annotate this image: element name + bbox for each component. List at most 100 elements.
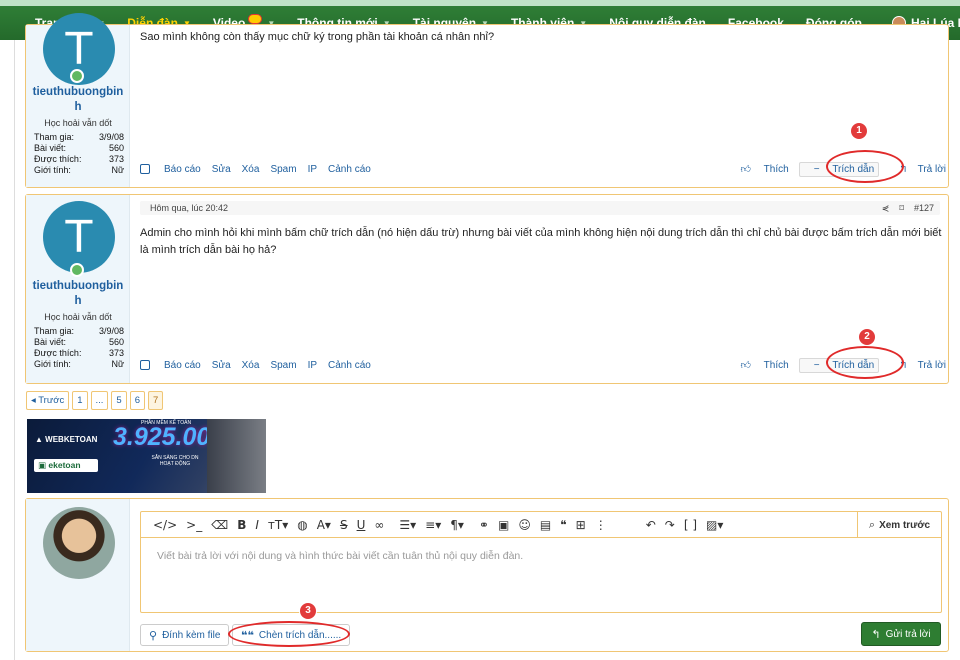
bbcode-icon[interactable]: [ ] (684, 518, 697, 532)
avatar-letter: T (65, 211, 93, 263)
list-icon[interactable]: ☰▾ (399, 518, 416, 532)
post-time[interactable]: Hôm qua, lúc 20:42 (150, 203, 228, 213)
undo-icon[interactable]: ↶ (646, 518, 656, 532)
stat-label: Giới tính: (34, 165, 71, 175)
edit-link[interactable]: Sửa (212, 360, 231, 371)
bold-icon[interactable]: B (237, 518, 246, 532)
delete-link[interactable]: Xóa (242, 360, 260, 371)
bookmark-icon[interactable]: ⌑ (899, 203, 904, 213)
user-stats: Tham gia: 3/9/08 Bài viết: 560 Được thích:… (34, 132, 124, 176)
stat-label: Tham gia: (34, 326, 75, 336)
ad-banner[interactable]: PHẦN MỀM KẾ TOÁN ▲ WEBKETOAN ▣ eketoan 3… (27, 419, 266, 493)
username-link[interactable]: tieuthubuongbinh (30, 85, 126, 115)
edit-link[interactable]: Sửa (212, 164, 231, 175)
post-number[interactable]: #127 (914, 203, 934, 213)
avatar[interactable] (43, 507, 115, 579)
warn-link[interactable]: Cảnh cáo (328, 360, 371, 371)
minus-icon: − (813, 359, 820, 371)
table-icon[interactable]: ⊞ (576, 518, 586, 532)
stat-label: Được thích: (34, 154, 82, 164)
post-user-panel: T tieuthubuongbinh Học hoải vẫn dốt Tham… (26, 195, 130, 383)
attach-label: Đính kèm file (162, 629, 221, 641)
stat-value: 373 (108, 154, 124, 164)
underline-icon[interactable]: U (357, 518, 366, 532)
stat-label: Được thích: (34, 348, 82, 358)
attach-file-button[interactable]: ⚲ Đính kèm file (140, 624, 230, 646)
code-icon[interactable]: </> (153, 518, 177, 532)
like-button[interactable]: 👍︎ Thích (730, 359, 788, 371)
like-button[interactable]: 👍︎ Thích (730, 163, 788, 175)
share-icon[interactable]: ⋞ (882, 203, 890, 213)
preview-icon: ⌕ (868, 518, 876, 531)
page-link[interactable]: 1 (72, 391, 88, 410)
post-meta-bar: Hôm qua, lúc 20:42 ⋞ ⌑ #127 (140, 201, 940, 215)
ip-link[interactable]: IP (308, 360, 317, 371)
user-title: Học hoải vẫn dốt (44, 312, 112, 322)
select-post-checkbox[interactable] (140, 164, 150, 174)
stat-value: 3/9/08 (98, 326, 124, 336)
page-prev[interactable]: ◂ Trước (26, 391, 70, 410)
reply-placeholder: Viết bài trả lời với nội dung và hình th… (157, 550, 524, 562)
pagination: ◂ Trước 1 ... 5 6 7 (26, 391, 164, 410)
italic-icon[interactable]: I (255, 518, 259, 532)
banner-eketoan: ▣ eketoan (34, 459, 98, 472)
hot-badge-icon (248, 14, 263, 24)
hide-icon[interactable]: ∞ (374, 518, 384, 532)
page-link[interactable]: 5 (111, 391, 127, 410)
reply-label: Trả lời (917, 163, 946, 175)
banner-person-image (207, 419, 266, 493)
post-127: T tieuthubuongbinh Học hoải vẫn dốt Tham… (25, 194, 949, 384)
redo-icon[interactable]: ↷ (665, 518, 675, 532)
report-link[interactable]: Báo cáo (164, 360, 201, 371)
avatar[interactable]: T (43, 201, 115, 273)
more-icon[interactable]: ⋮ (595, 518, 607, 532)
quote-icon[interactable]: ❝ (560, 518, 566, 532)
minus-icon: − (813, 163, 820, 175)
stat-value: 560 (108, 337, 124, 347)
media-icon[interactable]: ▤ (540, 518, 551, 532)
font-size-icon[interactable]: тT▾ (268, 518, 288, 532)
post-126: T tieuthubuongbinh Học hoải vẫn dốt Tham… (25, 13, 949, 188)
emoji-icon[interactable]: ☺ (518, 518, 531, 532)
online-status-icon (70, 69, 84, 83)
spam-link[interactable]: Spam (270, 360, 296, 371)
stat-value: 560 (108, 143, 124, 153)
reply-user-panel (26, 499, 130, 651)
reply-editor[interactable]: </> >_ ⌫ B I тT▾ ◍ A▾ S U ∞ ☰▾ ≡▾ ¶▾ ⚭ ▣… (140, 511, 942, 613)
preview-button[interactable]: ⌕ Xem trước (857, 512, 941, 538)
stat-label: Bài viết: (34, 337, 67, 347)
image-icon[interactable]: ▣ (498, 518, 509, 532)
page-current[interactable]: 7 (148, 391, 164, 410)
post-meta-actions: ⋞ ⌑ #127 (882, 201, 934, 215)
strikethrough-icon[interactable]: S (340, 518, 348, 532)
warn-link[interactable]: Cảnh cáo (328, 164, 371, 175)
user-stats: Tham gia: 3/9/08 Bài viết: 560 Được thích:… (34, 326, 124, 370)
paperclip-icon: ⚲ (149, 629, 158, 642)
link-icon[interactable]: ⚭ (479, 518, 489, 532)
paragraph-icon[interactable]: ¶▾ (450, 518, 464, 532)
terminal-icon[interactable]: >_ (186, 518, 202, 532)
page-ellipsis[interactable]: ... (90, 391, 109, 410)
highlight-ring (826, 346, 904, 379)
highlight-ring (826, 150, 904, 183)
eraser-icon[interactable]: ⌫ (211, 518, 228, 532)
webketoan-logo-icon: ▲ (35, 435, 43, 444)
delete-link[interactable]: Xóa (242, 164, 260, 175)
page-border-line (14, 40, 15, 660)
align-icon[interactable]: ≡▾ (425, 518, 441, 532)
username-link[interactable]: tieuthubuongbinh (30, 279, 126, 309)
post-message: Sao mình không còn thấy mục chữ ký trong… (140, 31, 495, 43)
thumbs-up-icon: 👍︎ (740, 360, 751, 371)
report-link[interactable]: Báo cáo (164, 164, 201, 175)
eketoan-logo-icon: ▣ (38, 460, 47, 470)
page-link[interactable]: 6 (129, 391, 146, 410)
send-label: Gửi trả lời (885, 628, 931, 640)
font-color-icon[interactable]: A▾ (317, 518, 331, 532)
palette-icon[interactable]: ◍ (297, 518, 307, 532)
ip-link[interactable]: IP (308, 164, 317, 175)
spam-link[interactable]: Spam (270, 164, 296, 175)
thumbs-up-icon: 👍︎ (740, 164, 751, 175)
post-reply-button[interactable]: ↰ Gửi trả lời (861, 622, 941, 646)
draft-icon[interactable]: ▨▾ (706, 518, 723, 532)
select-post-checkbox[interactable] (140, 360, 150, 370)
